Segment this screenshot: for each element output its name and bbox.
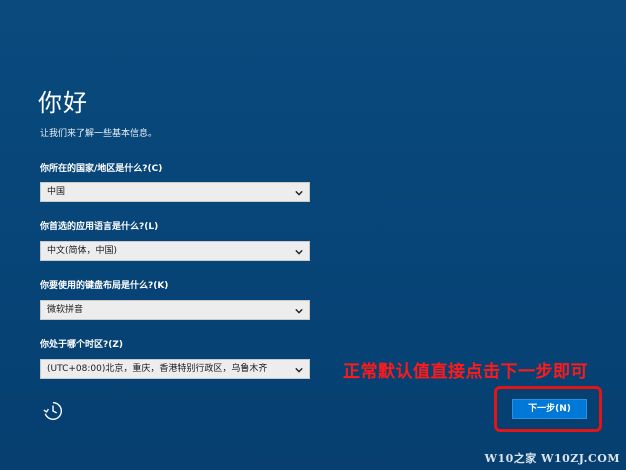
chevron-down-icon xyxy=(295,367,303,373)
site-watermark: W10之家 W10ZJ.COM xyxy=(484,452,620,465)
country-label: 你所在的国家/地区是什么?(C) xyxy=(40,164,163,174)
next-button[interactable]: 下一步(N) xyxy=(512,399,587,419)
annotation-text: 正常默认值直接点击下一步即可 xyxy=(343,362,588,382)
timezone-value: (UTC+08:00)北京，重庆，香港特别行政区，乌鲁木齐 xyxy=(47,364,268,374)
country-select[interactable]: 中国 xyxy=(40,182,310,202)
keyboard-value: 微软拼音 xyxy=(47,305,84,315)
chevron-down-icon xyxy=(295,308,303,314)
timezone-select[interactable]: (UTC+08:00)北京，重庆，香港特别行政区，乌鲁木齐 xyxy=(40,359,310,379)
ease-of-access-icon[interactable] xyxy=(42,400,64,422)
country-value: 中国 xyxy=(47,187,66,197)
language-label: 你首选的应用语言是什么?(L) xyxy=(40,222,159,232)
language-value: 中文(简体，中国) xyxy=(47,246,118,256)
keyboard-label: 你要使用的键盘布局是什么?(K) xyxy=(40,281,169,291)
keyboard-select[interactable]: 微软拼音 xyxy=(40,300,310,320)
page-subtitle: 让我们来了解一些基本信息。 xyxy=(40,129,158,139)
page-title: 你好 xyxy=(38,89,88,117)
language-select[interactable]: 中文(简体，中国) xyxy=(40,241,310,261)
oobe-screen: 你好 让我们来了解一些基本信息。 你所在的国家/地区是什么?(C) 中国 你首选… xyxy=(0,0,626,470)
timezone-label: 你处于哪个时区?(Z) xyxy=(40,340,123,350)
chevron-down-icon xyxy=(295,249,303,255)
chevron-down-icon xyxy=(295,190,303,196)
